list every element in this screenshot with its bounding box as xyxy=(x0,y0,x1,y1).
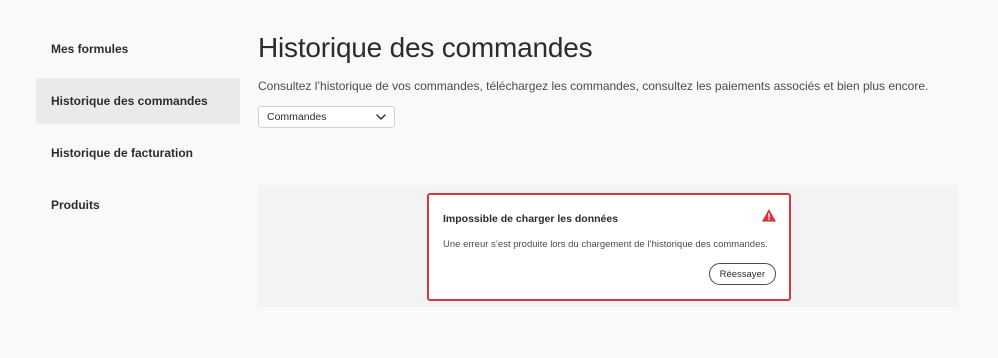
sidebar-item-historique-commandes[interactable]: Historique des commandes xyxy=(36,78,240,124)
sidebar-item-mes-formules[interactable]: Mes formules xyxy=(36,26,240,72)
sidebar-item-historique-facturation[interactable]: Historique de facturation xyxy=(36,130,240,176)
retry-button[interactable]: Réessayer xyxy=(708,263,776,285)
error-message: Une erreur s’est produite lors du charge… xyxy=(443,239,768,250)
error-title: Impossible de charger les données xyxy=(443,213,619,225)
page-description: Consultez l’historique de vos commandes,… xyxy=(258,79,929,93)
main-content: Historique des commandes Consultez l’his… xyxy=(258,30,958,128)
alert-icon xyxy=(762,209,776,227)
sidebar-item-label: Mes formules xyxy=(51,42,129,56)
sidebar-item-label: Historique des commandes xyxy=(51,94,208,108)
page-title: Historique des commandes xyxy=(258,32,593,63)
sidebar: Mes formules Historique des commandes Hi… xyxy=(36,26,240,234)
sidebar-item-label: Historique de facturation xyxy=(51,146,194,160)
sidebar-item-produits[interactable]: Produits xyxy=(36,182,240,228)
chevron-down-icon xyxy=(376,114,386,120)
sidebar-item-label: Produits xyxy=(51,198,100,212)
order-type-picker[interactable]: Commandes xyxy=(258,106,395,128)
error-alert: Impossible de charger les données Une er… xyxy=(427,193,791,301)
picker-value: Commandes xyxy=(267,111,327,123)
